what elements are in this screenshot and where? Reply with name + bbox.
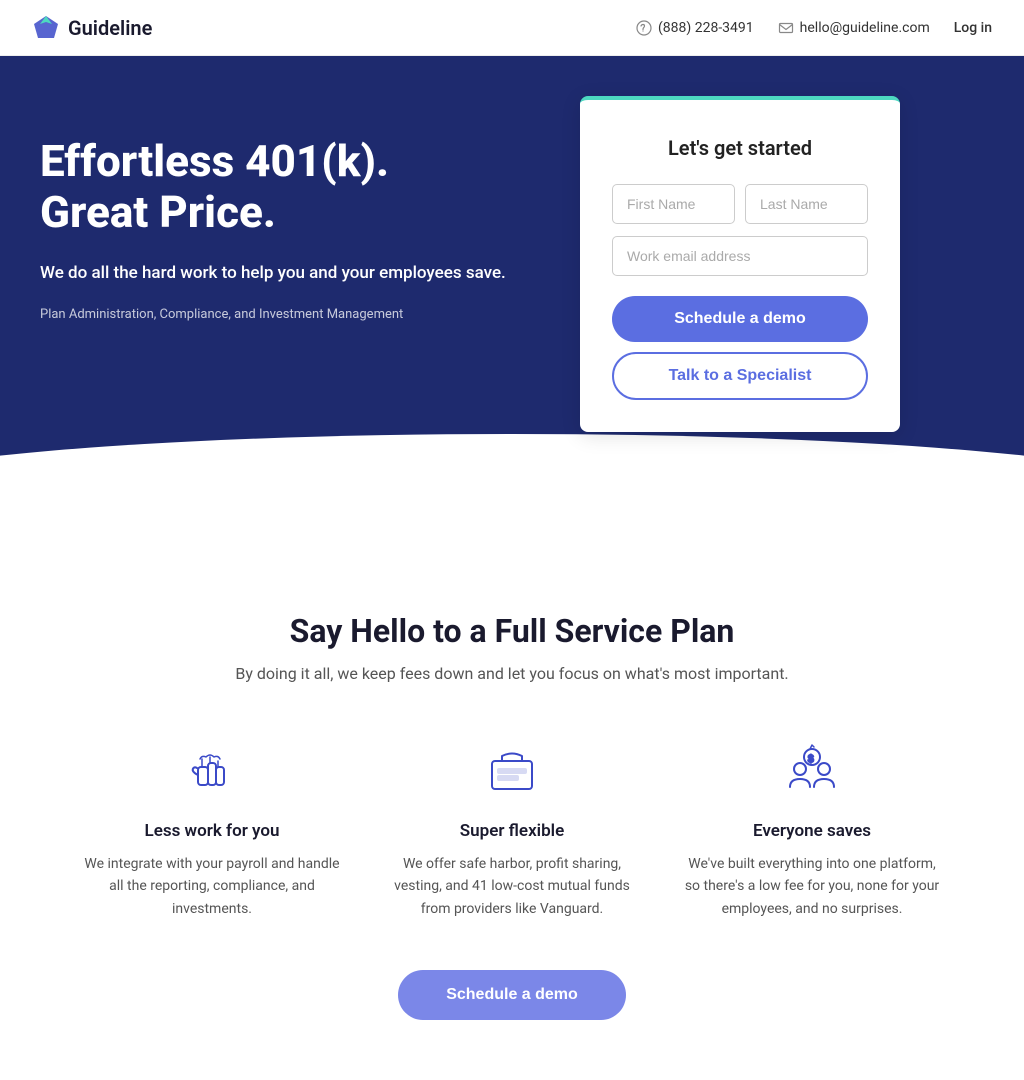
service-name-2: Everyone saves	[682, 821, 942, 841]
talk-specialist-button[interactable]: Talk to a Specialist	[612, 352, 868, 400]
name-row	[612, 184, 868, 224]
phone-contact: (888) 228-3491	[636, 20, 754, 36]
services-subtitle: By doing it all, we keep fees down and l…	[40, 664, 984, 683]
hero-content: Effortless 401(k).Great Price. We do all…	[40, 116, 580, 322]
service-desc-2: We've built everything into one platform…	[682, 853, 942, 920]
hand-pointing-icon	[180, 739, 244, 803]
signup-form-card: Let's get started Schedule a demo Talk t…	[580, 96, 900, 432]
email-icon	[778, 20, 794, 36]
logo-text: Guideline	[68, 16, 152, 40]
service-desc-1: We offer safe harbor, profit sharing, ve…	[382, 853, 642, 920]
svg-text:$: $	[808, 754, 814, 765]
logo[interactable]: Guideline	[32, 14, 152, 42]
email-input[interactable]	[612, 236, 868, 276]
schedule-demo-button[interactable]: Schedule a demo	[612, 296, 868, 342]
everyone-saves-icon: $	[780, 739, 844, 803]
last-name-input[interactable]	[745, 184, 868, 224]
first-name-input[interactable]	[612, 184, 735, 224]
hero-tagline: Plan Administration, Compliance, and Inv…	[40, 307, 580, 322]
service-item-flexible: Super flexible We offer safe harbor, pro…	[382, 739, 642, 920]
service-name-0: Less work for you	[82, 821, 342, 841]
hero-section: Effortless 401(k).Great Price. We do all…	[0, 56, 1024, 552]
phone-icon	[636, 20, 652, 36]
flexible-plan-icon	[480, 739, 544, 803]
hero-subtitle: We do all the hard work to help you and …	[40, 261, 580, 287]
header-right: (888) 228-3491 hello@guideline.com Log i…	[636, 20, 992, 36]
service-item-less-work: Less work for you We integrate with your…	[82, 739, 342, 920]
services-section: Say Hello to a Full Service Plan By doin…	[0, 552, 1024, 1080]
header: Guideline (888) 228-3491 hello@guideline…	[0, 0, 1024, 56]
form-title: Let's get started	[612, 136, 868, 160]
phone-number: (888) 228-3491	[658, 20, 754, 36]
login-button[interactable]: Log in	[954, 20, 992, 36]
service-name-1: Super flexible	[382, 821, 642, 841]
schedule-demo-bottom-button[interactable]: Schedule a demo	[398, 970, 626, 1020]
services-title: Say Hello to a Full Service Plan	[40, 612, 984, 650]
logo-icon	[32, 14, 60, 42]
email-contact: hello@guideline.com	[778, 20, 930, 36]
hero-title: Effortless 401(k).Great Price.	[40, 136, 580, 237]
services-grid: Less work for you We integrate with your…	[82, 739, 942, 920]
service-item-saves: $ Everyone saves We've built everything …	[682, 739, 942, 920]
service-desc-0: We integrate with your payroll and handl…	[82, 853, 342, 920]
email-address: hello@guideline.com	[800, 20, 930, 36]
